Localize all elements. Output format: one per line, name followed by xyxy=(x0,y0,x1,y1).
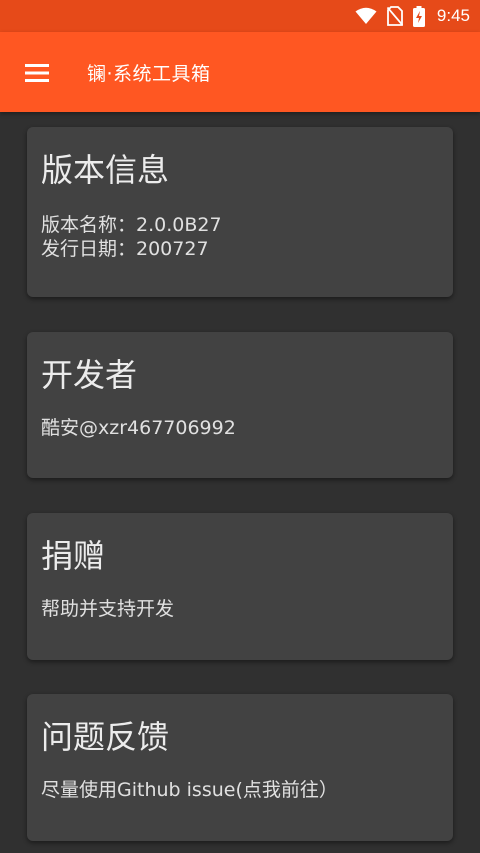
donate-text: 帮助并支持开发 xyxy=(41,598,175,620)
card-body: 尽量使用Github issue(点我前往） xyxy=(41,778,338,802)
card-title: 版本信息 xyxy=(41,151,170,189)
battery-charging-icon xyxy=(412,5,425,27)
developer-text: 酷安@xzr467706992 xyxy=(41,417,236,439)
card-title: 捐赠 xyxy=(41,537,106,575)
status-bar: 9:45 xyxy=(0,0,480,32)
card-body: 酷安@xzr467706992 xyxy=(41,416,236,440)
card-body: 版本名称：2.0.0B27 发行日期：200727 xyxy=(41,213,222,261)
app-bar: 镧·系统工具箱 xyxy=(0,32,480,112)
feedback-card[interactable]: 问题反馈 尽量使用Github issue(点我前往） xyxy=(27,694,453,841)
app-title: 镧·系统工具箱 xyxy=(87,63,211,85)
donate-card[interactable]: 捐赠 帮助并支持开发 xyxy=(27,513,453,660)
card-body: 帮助并支持开发 xyxy=(41,597,174,621)
no-sim-icon xyxy=(386,6,403,26)
card-title: 开发者 xyxy=(41,356,138,394)
card-title: 问题反馈 xyxy=(41,718,170,756)
version-name-text: 版本名称：2.0.0B27 xyxy=(41,214,222,236)
release-date-text: 发行日期：200727 xyxy=(41,238,209,260)
status-time: 9:45 xyxy=(436,6,470,25)
version-info-card[interactable]: 版本信息 版本名称：2.0.0B27 发行日期：200727 xyxy=(27,127,453,297)
feedback-link[interactable]: 尽量使用Github issue(点我前往） xyxy=(41,778,338,802)
wifi-icon xyxy=(355,7,377,25)
developer-card[interactable]: 开发者 酷安@xzr467706992 xyxy=(27,332,453,478)
status-icons: 9:45 xyxy=(355,5,470,27)
hamburger-menu-icon[interactable] xyxy=(16,52,58,94)
